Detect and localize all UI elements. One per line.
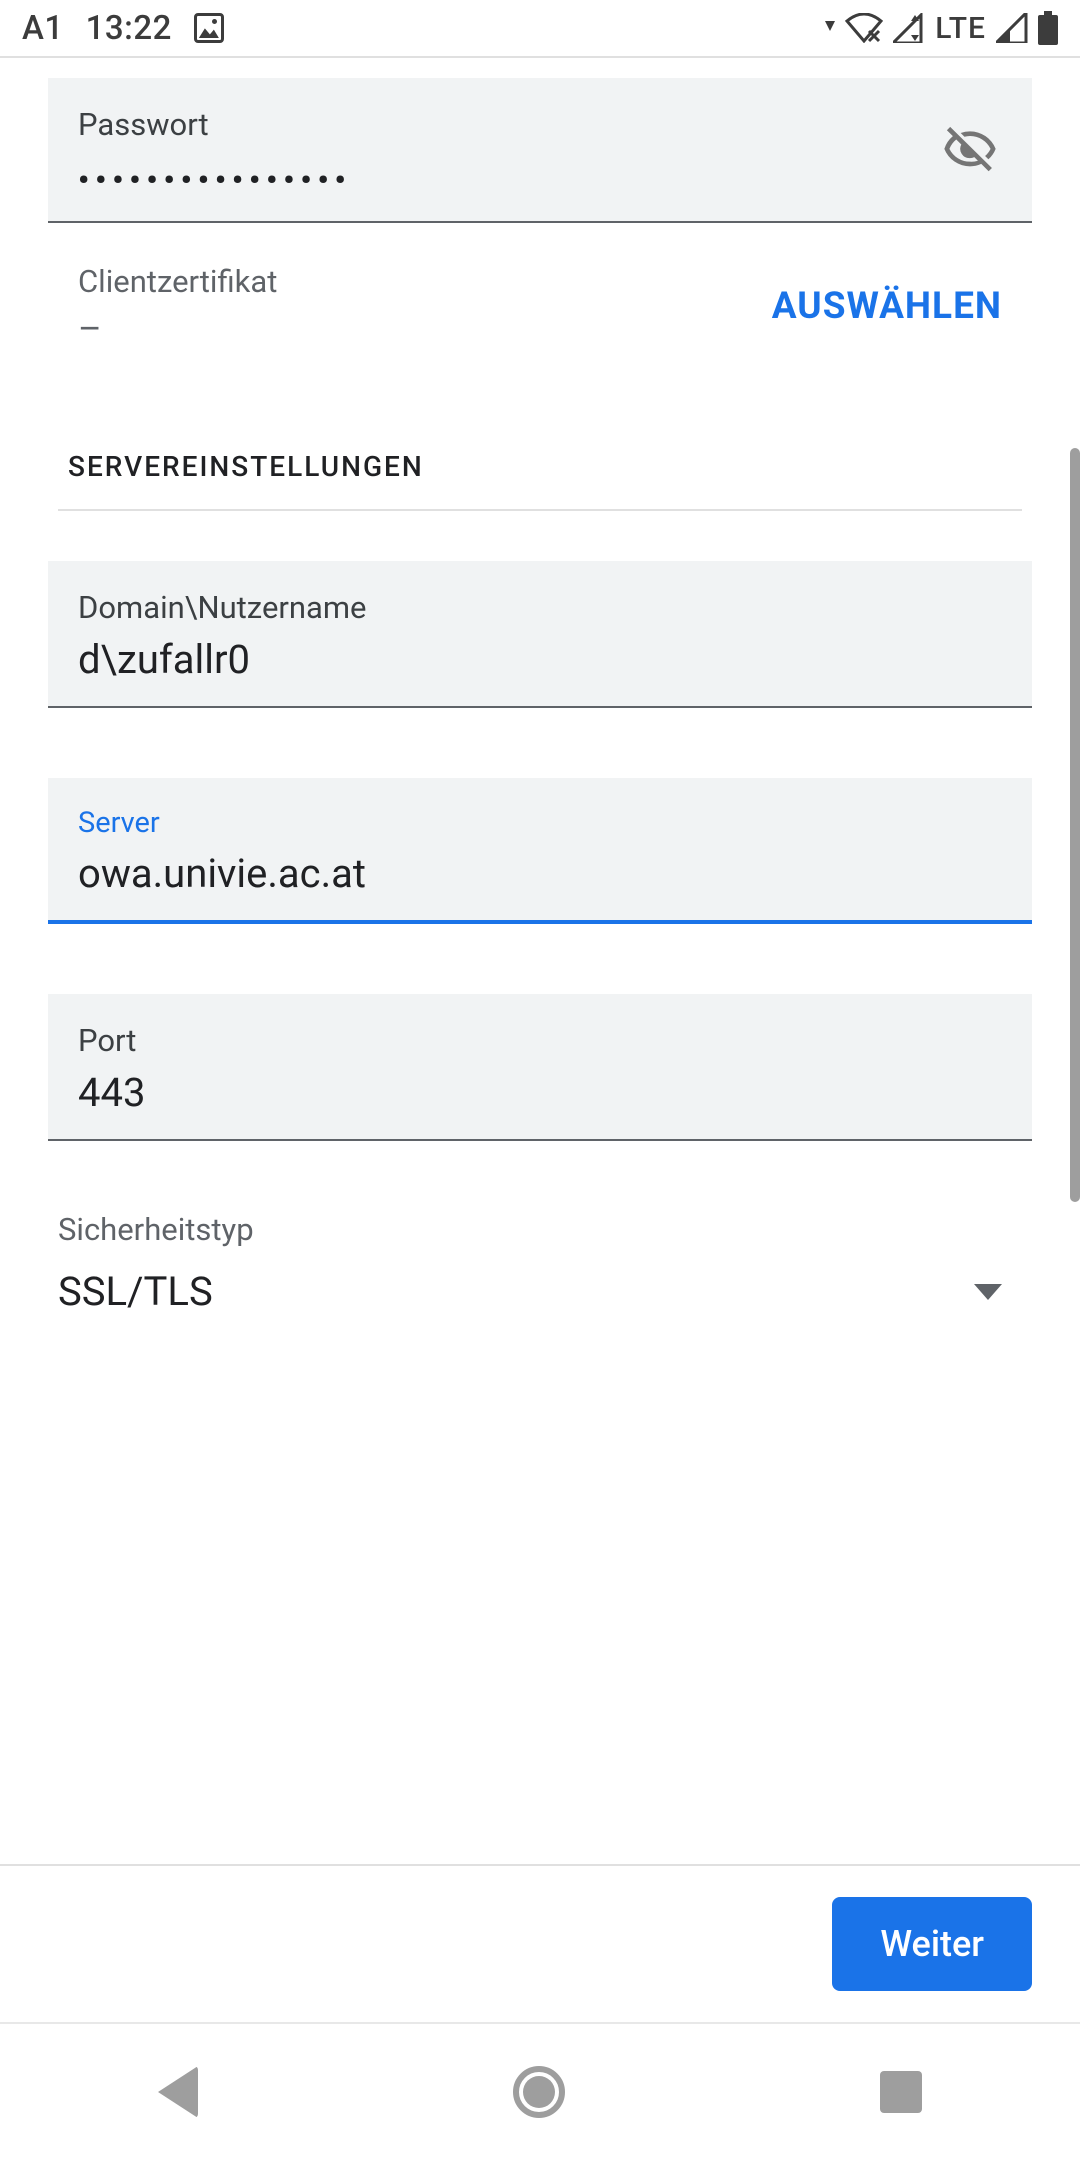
domain-username-value: d\zufallr0 xyxy=(78,636,1002,684)
navigation-bar xyxy=(0,2022,1080,2160)
spacer xyxy=(48,708,1032,778)
status-bar: A1 13:22 LTE xyxy=(0,0,1080,56)
port-value: 443 xyxy=(78,1069,1002,1117)
scrollbar-thumb[interactable] xyxy=(1070,448,1080,1202)
domain-username-label: Domain\Nutzername xyxy=(78,589,1002,626)
spacer xyxy=(48,1141,1032,1191)
status-left: A1 13:22 xyxy=(22,9,224,48)
signal-updown-icon xyxy=(893,13,925,43)
spacer xyxy=(48,924,1032,994)
down-arrow-icon xyxy=(825,21,835,35)
settings-content: Passwort •••••••••••••••• Clientzertifik… xyxy=(0,58,1080,1864)
nav-home-icon[interactable] xyxy=(513,2066,565,2118)
domain-username-field[interactable]: Domain\Nutzername d\zufallr0 xyxy=(48,561,1032,708)
security-type-label: Sicherheitstyp xyxy=(58,1211,1022,1248)
select-cert-button[interactable]: AUSWÄHLEN xyxy=(772,285,1002,328)
nav-recent-icon[interactable] xyxy=(880,2071,922,2113)
action-bar: Weiter xyxy=(0,1864,1080,2022)
server-field[interactable]: Server owa.univie.ac.at xyxy=(48,778,1032,924)
server-label: Server xyxy=(78,806,1002,840)
password-label: Passwort xyxy=(78,106,1002,143)
status-right: LTE xyxy=(825,11,1058,46)
port-field[interactable]: Port 443 xyxy=(48,994,1032,1141)
port-label: Port xyxy=(78,1022,1002,1059)
client-cert-row: Clientzertifikat – AUSWÄHLEN xyxy=(48,223,1032,390)
wifi-off-icon xyxy=(845,13,883,43)
next-button[interactable]: Weiter xyxy=(832,1897,1032,1991)
chevron-down-icon xyxy=(974,1284,1002,1300)
client-cert-value: – xyxy=(78,308,772,350)
carrier-label: A1 xyxy=(22,9,64,48)
server-value: owa.univie.ac.at xyxy=(78,850,1002,898)
server-settings-header: SERVEREINSTELLUNGEN xyxy=(58,390,1022,511)
client-cert-label: Clientzertifikat xyxy=(78,263,772,300)
nav-back-icon[interactable] xyxy=(158,2066,198,2118)
image-notification-icon xyxy=(194,13,224,43)
signal-strength-icon xyxy=(996,13,1028,43)
security-type-select[interactable]: Sicherheitstyp SSL/TLS xyxy=(48,1191,1032,1315)
client-cert-info: Clientzertifikat – xyxy=(78,263,772,350)
security-type-value-row: SSL/TLS xyxy=(58,1268,1022,1315)
battery-icon xyxy=(1038,11,1058,45)
security-type-value: SSL/TLS xyxy=(58,1268,974,1315)
password-value: •••••••••••••••• xyxy=(78,153,1002,199)
network-type: LTE xyxy=(935,11,986,46)
clock: 13:22 xyxy=(86,9,172,48)
password-field[interactable]: Passwort •••••••••••••••• xyxy=(48,78,1032,223)
visibility-off-icon[interactable] xyxy=(938,118,1002,182)
